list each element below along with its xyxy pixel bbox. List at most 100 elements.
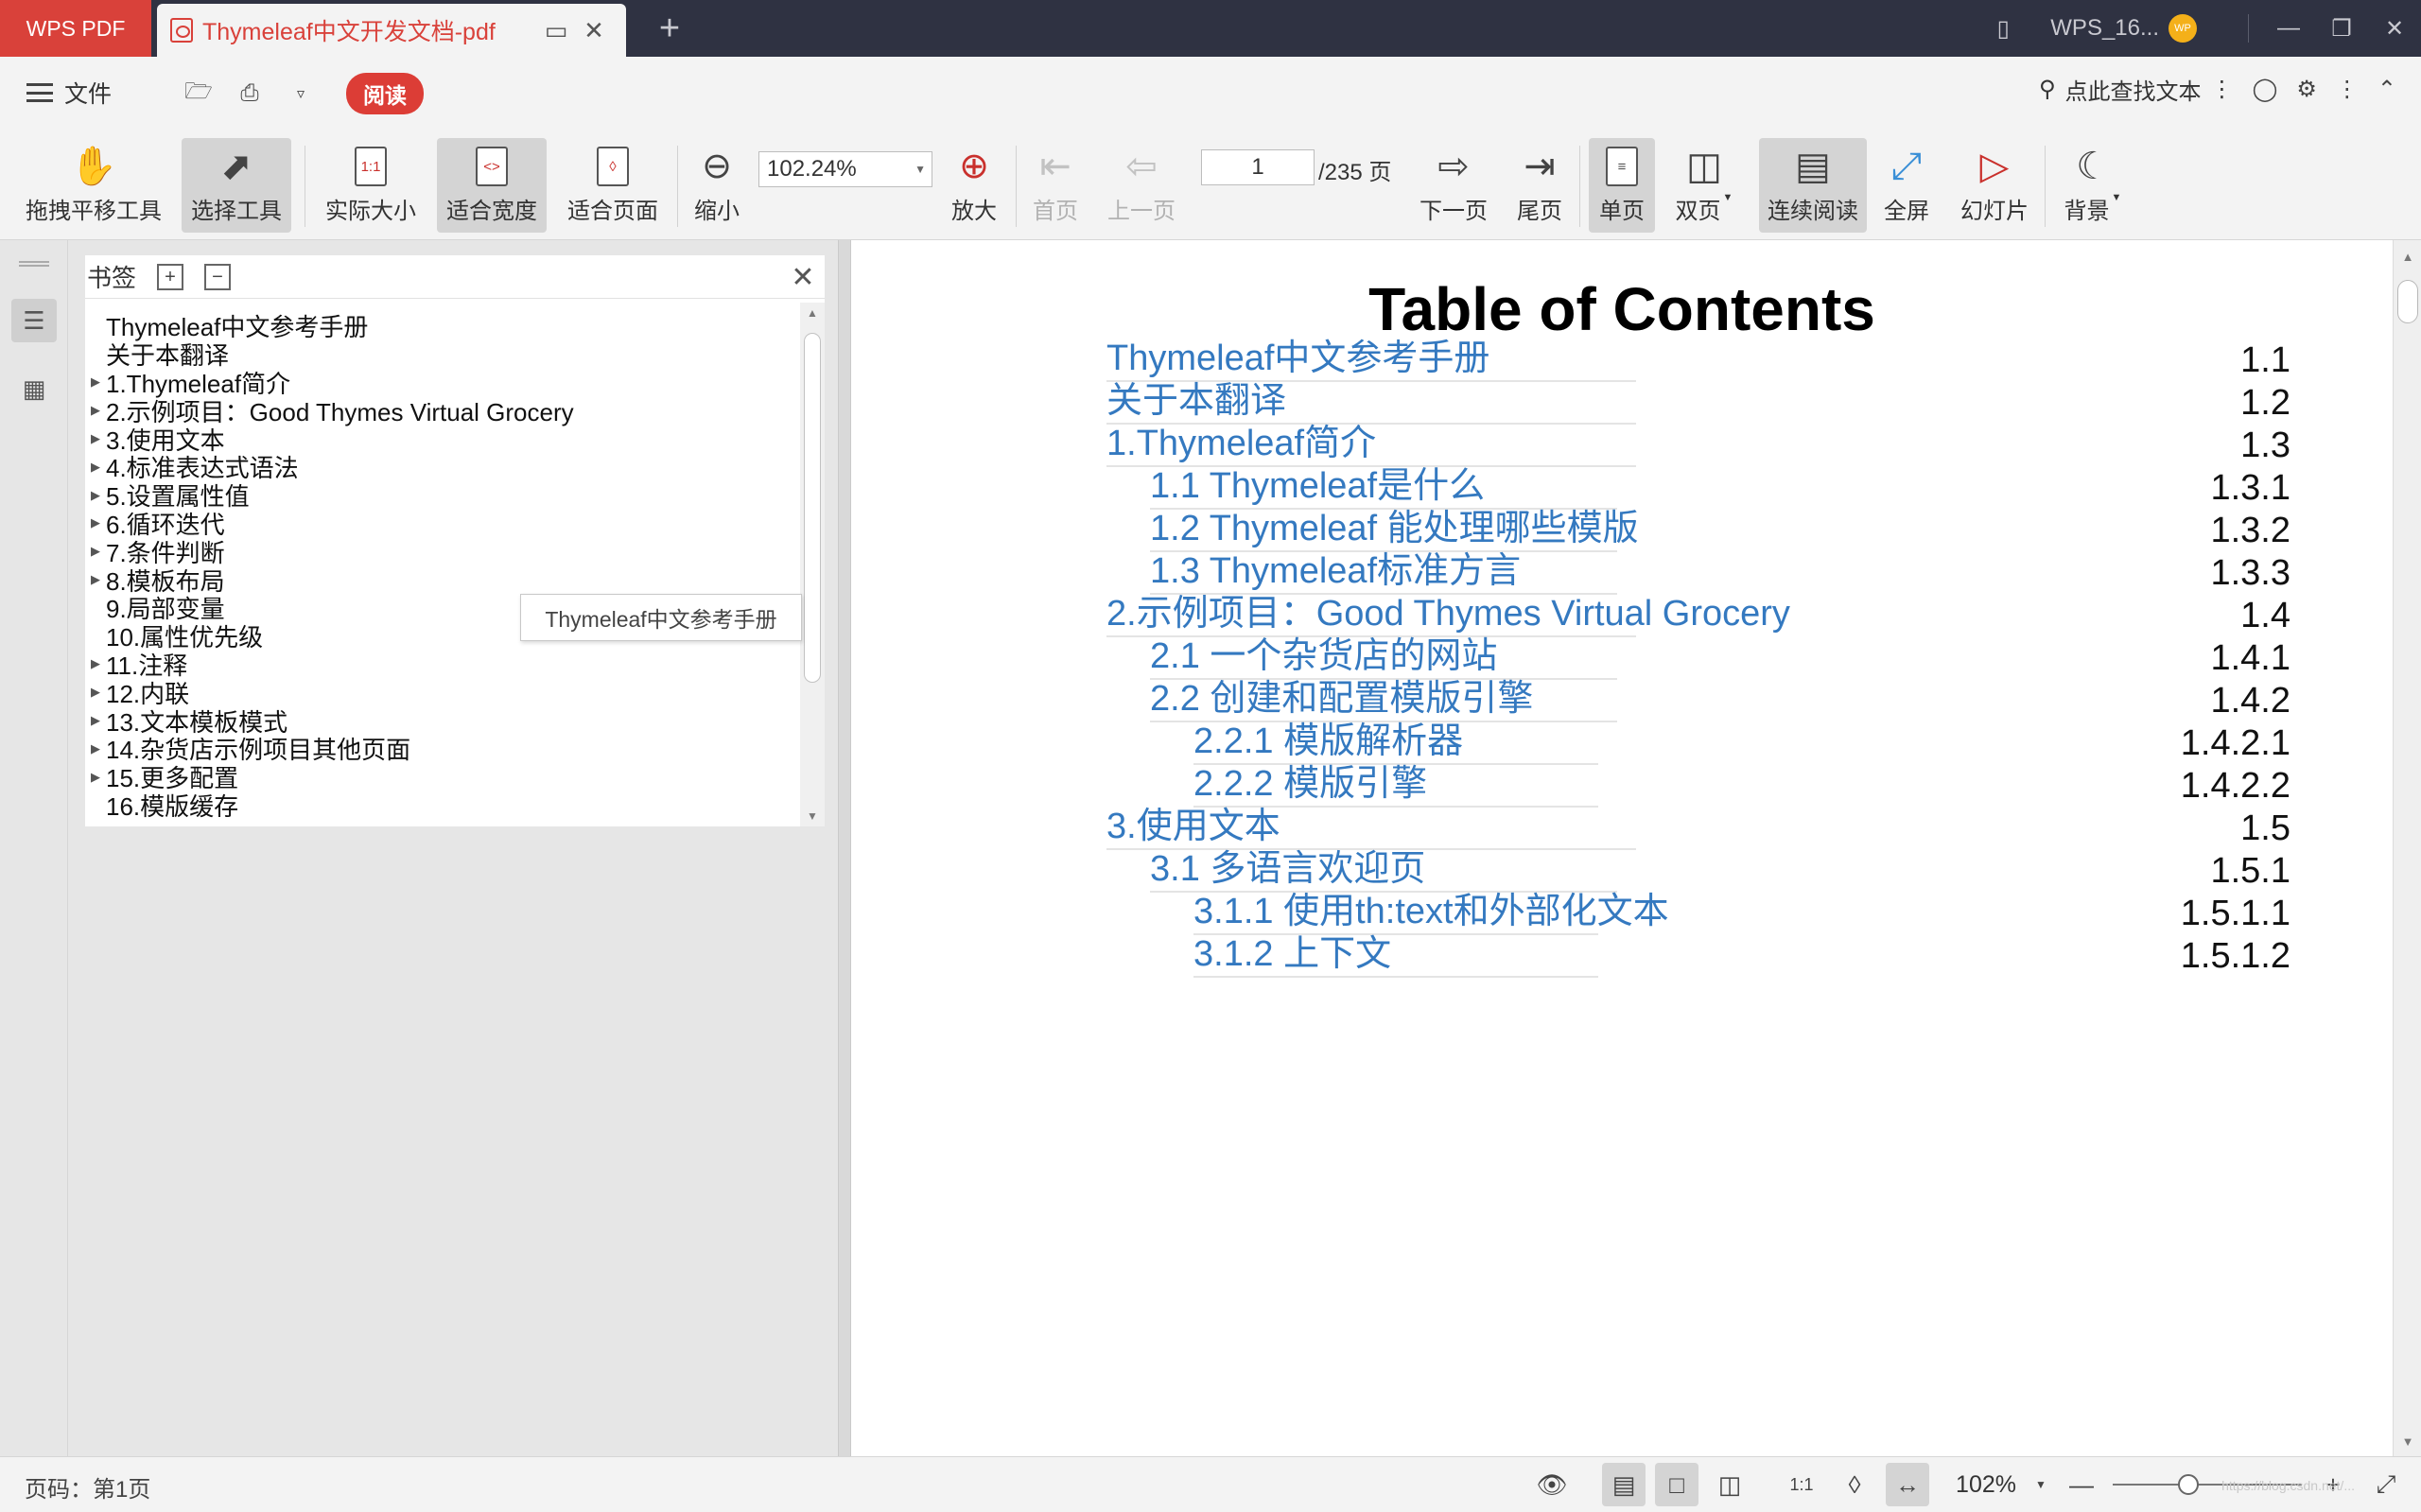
- eye-protection-icon[interactable]: 👁: [1530, 1463, 1574, 1506]
- expand-all-icon[interactable]: +: [157, 263, 184, 290]
- chevron-down-icon[interactable]: ▼: [2031, 1463, 2050, 1506]
- toc-entry[interactable]: 1.Thymeleaf简介: [1106, 420, 1636, 467]
- thumbnails-panel-icon[interactable]: ▦: [11, 367, 57, 410]
- toc-entry[interactable]: 3.1.2 上下文: [1193, 930, 1598, 978]
- fit-page-view-icon[interactable]: ◊: [1833, 1463, 1876, 1506]
- toc-entry-link[interactable]: 1.Thymeleaf简介: [1106, 422, 1376, 465]
- zoom-status-value[interactable]: 102%: [1956, 1471, 2016, 1499]
- expand-triangle-icon[interactable]: ▶: [85, 656, 106, 671]
- scroll-down-icon[interactable]: ▼: [2394, 1434, 2421, 1449]
- expand-triangle-icon[interactable]: ▶: [85, 488, 106, 503]
- continuous-view-icon[interactable]: ▤: [1602, 1463, 1646, 1506]
- toc-entry-link[interactable]: 3.使用文本: [1106, 805, 1280, 848]
- double-page-button[interactable]: ◫ 双页▼: [1668, 138, 1740, 233]
- page-number-input[interactable]: 1: [1201, 149, 1315, 185]
- scroll-up-icon[interactable]: ▲: [2394, 250, 2421, 264]
- close-panel-icon[interactable]: ✕: [787, 261, 819, 293]
- prev-page-button[interactable]: ⇦ 上一页: [1101, 138, 1182, 233]
- new-tab-icon[interactable]: +: [647, 6, 692, 51]
- toc-entry-link[interactable]: 2.2.2 模版引擎: [1193, 762, 1427, 806]
- bookmark-item[interactable]: ▶16.模版缓存: [85, 791, 798, 821]
- toc-entry-link[interactable]: 2.2.1 模版解析器: [1193, 720, 1463, 763]
- toc-entry-link[interactable]: 关于本翻译: [1106, 379, 1286, 423]
- find-text-button[interactable]: ⚲ 点此查找文本 ⋮: [2039, 73, 2234, 106]
- toc-entry[interactable]: 1.3 Thymeleaf标准方言: [1150, 547, 1617, 595]
- next-page-button[interactable]: ⇨ 下一页: [1413, 138, 1494, 233]
- toc-entry[interactable]: 3.1 多语言欢迎页: [1150, 845, 1617, 893]
- app-brand-tab[interactable]: WPS PDF: [0, 0, 151, 57]
- bookmark-scrollbar[interactable]: ▲ ▼: [800, 303, 825, 826]
- more-dropdown-icon[interactable]: ▿: [280, 74, 322, 113]
- toc-entry[interactable]: 2.2.2 模版引擎: [1193, 760, 1598, 808]
- document-scrollbar[interactable]: ▲ ▼: [2393, 240, 2421, 1456]
- single-page-button[interactable]: ≡ 单页: [1589, 138, 1655, 233]
- fullscreen-button[interactable]: ⤢ 全屏: [1874, 138, 1939, 233]
- toc-entry-link[interactable]: 3.1 多语言欢迎页: [1150, 847, 1425, 891]
- toc-entry-link[interactable]: 2.示例项目：Good Thymes Virtual Grocery: [1106, 592, 1790, 635]
- single-page-view-icon[interactable]: □: [1655, 1463, 1699, 1506]
- expand-triangle-icon[interactable]: ▶: [85, 544, 106, 559]
- actual-size-button[interactable]: 1:1 实际大小: [318, 138, 424, 233]
- collapse-all-icon[interactable]: −: [204, 263, 232, 290]
- expand-triangle-icon[interactable]: ▶: [85, 713, 106, 728]
- scrollbar-thumb[interactable]: [2397, 280, 2418, 323]
- expand-triangle-icon[interactable]: ▶: [85, 685, 106, 700]
- toc-entry-link[interactable]: 1.3 Thymeleaf标准方言: [1150, 549, 1521, 593]
- toc-entry[interactable]: Thymeleaf中文参考手册: [1106, 335, 1636, 382]
- toc-entry[interactable]: 1.1 Thymeleaf是什么: [1150, 462, 1617, 510]
- toc-entry-link[interactable]: 1.2 Thymeleaf 能处理哪些模版: [1150, 507, 1639, 550]
- bookmarks-panel-icon[interactable]: ☰: [11, 299, 57, 342]
- print-icon[interactable]: ⎙: [229, 74, 270, 113]
- toc-entry-link[interactable]: 2.2 创建和配置模版引擎: [1150, 677, 1533, 721]
- toc-entry[interactable]: 2.2.1 模版解析器: [1193, 718, 1598, 765]
- scroll-up-icon[interactable]: ▲: [800, 306, 825, 320]
- close-window-icon[interactable]: ✕: [2368, 0, 2421, 57]
- zoom-out-minus-icon[interactable]: —: [2060, 1463, 2103, 1506]
- collapse-ribbon-icon[interactable]: ⌃: [2377, 76, 2396, 103]
- toc-entry[interactable]: 关于本翻译: [1106, 377, 1636, 425]
- account-menu[interactable]: WPS_16... WP: [2050, 14, 2197, 43]
- settings-gear-icon[interactable]: ⚙: [2296, 76, 2317, 103]
- background-button[interactable]: ☾ 背景▼: [2054, 138, 2132, 233]
- fullscreen-icon[interactable]: ⤢: [2364, 1463, 2408, 1506]
- toc-entry[interactable]: 2.示例项目：Good Thymes Virtual Grocery: [1106, 590, 1790, 637]
- expand-triangle-icon[interactable]: ▶: [85, 770, 106, 785]
- toc-entry[interactable]: 3.1.1 使用th:text和外部化文本: [1193, 888, 1669, 935]
- first-page-button[interactable]: ⇤ 首页: [1023, 138, 1088, 233]
- actual-size-view-icon[interactable]: 1:1: [1780, 1463, 1823, 1506]
- expand-triangle-icon[interactable]: ▶: [85, 741, 106, 756]
- minimize-icon[interactable]: —: [2262, 0, 2315, 57]
- fit-page-button[interactable]: ◊ 适合页面: [558, 138, 668, 233]
- close-tab-icon[interactable]: ✕: [575, 11, 613, 49]
- toc-entry[interactable]: 2.2 创建和配置模版引擎: [1150, 675, 1617, 722]
- read-mode-button[interactable]: 阅读: [346, 73, 424, 114]
- slideshow-button[interactable]: ▷ 幻灯片: [1952, 138, 2037, 233]
- toc-entry-link[interactable]: 1.1 Thymeleaf是什么: [1150, 464, 1485, 508]
- toc-entry[interactable]: 2.1 一个杂货店的网站: [1150, 633, 1617, 680]
- zoom-slider-knob[interactable]: [2178, 1474, 2199, 1495]
- toc-entry[interactable]: 1.2 Thymeleaf 能处理哪些模版: [1150, 505, 1639, 552]
- expand-triangle-icon[interactable]: ▶: [85, 431, 106, 446]
- fit-width-view-icon[interactable]: ↔: [1886, 1463, 1930, 1506]
- scrollbar-thumb[interactable]: [804, 333, 821, 683]
- toc-entry[interactable]: 3.使用文本: [1106, 803, 1636, 850]
- panel-splitter[interactable]: [838, 240, 851, 1456]
- rail-grip[interactable]: [19, 261, 49, 267]
- toc-entry-link[interactable]: 3.1.1 使用th:text和外部化文本: [1193, 890, 1669, 933]
- expand-triangle-icon[interactable]: ▶: [85, 460, 106, 475]
- document-tab[interactable]: Thymeleaf中文开发文档-pdf ▭ ✕: [157, 4, 626, 57]
- expand-triangle-icon[interactable]: ▶: [85, 403, 106, 418]
- hand-tool-button[interactable]: ✋ 拖拽平移工具: [13, 138, 174, 233]
- tablet-mode-icon[interactable]: ▯: [1977, 0, 2029, 57]
- toc-entry-link[interactable]: 3.1.2 上下文: [1193, 932, 1391, 976]
- toc-entry-link[interactable]: Thymeleaf中文参考手册: [1106, 337, 1489, 380]
- toc-entry-link[interactable]: 2.1 一个杂货店的网站: [1150, 634, 1497, 678]
- open-folder-icon[interactable]: 🗁: [178, 74, 219, 113]
- zoom-level-select[interactable]: 102.24% ▼: [758, 151, 932, 187]
- last-page-button[interactable]: ⇥ 尾页: [1507, 138, 1572, 233]
- feedback-icon[interactable]: ◯: [2253, 76, 2278, 103]
- bookmark-item[interactable]: ▶ 11.注释: [85, 651, 798, 680]
- fit-width-button[interactable]: <> 适合宽度: [437, 138, 547, 233]
- zoom-in-button[interactable]: ⊕ 放大: [942, 138, 1006, 233]
- expand-triangle-icon[interactable]: ▶: [85, 572, 106, 587]
